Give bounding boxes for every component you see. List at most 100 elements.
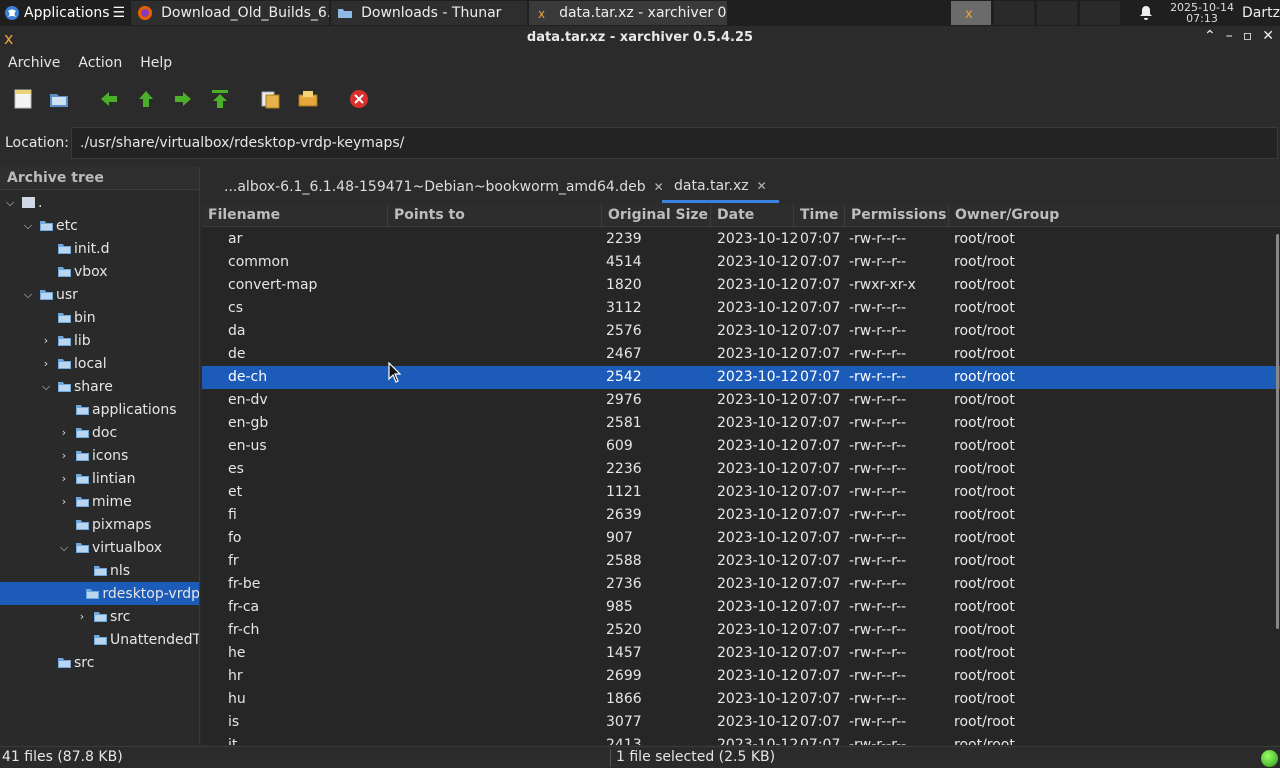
task-xarchiver[interactable]: x data.tar.xz - xarchiver 0... xyxy=(529,1,728,25)
tree-node-pixmaps[interactable]: pixmaps xyxy=(75,513,151,536)
tree-node-applications[interactable]: applications xyxy=(75,398,177,421)
menu-archive[interactable]: Archive xyxy=(8,55,60,71)
tree-node-virtualbox[interactable]: ⌵ virtualbox xyxy=(58,536,162,559)
workspace-2[interactable] xyxy=(994,1,1034,25)
tree-node-lib[interactable]: › lib xyxy=(40,329,91,352)
menu-help[interactable]: Help xyxy=(140,55,172,71)
chevron-right-icon[interactable]: › xyxy=(40,357,52,370)
table-row[interactable]: fr-ca 985 2023-10-12 07:07 -rw-r--r-- root/ro… xyxy=(202,596,1280,619)
col-filename[interactable]: Filename xyxy=(202,204,388,227)
table-row[interactable]: hr 2699 2023-10-12 07:07 -rw-r--r-- root/root xyxy=(202,665,1280,688)
maximize-up-icon[interactable]: ⌃ xyxy=(1204,28,1216,44)
tree-node-unattended[interactable]: UnattendedTe xyxy=(93,628,199,651)
scrollbar-thumb[interactable] xyxy=(1276,234,1279,629)
applications-menu[interactable]: Applications ☰ xyxy=(0,0,129,26)
tree-node-usr[interactable]: ⌵ usr xyxy=(22,283,78,306)
table-row[interactable]: fi 2639 2023-10-12 07:07 -rw-r--r-- root/root xyxy=(202,504,1280,527)
tree-node-etc[interactable]: ⌵ etc xyxy=(22,214,78,237)
table-row[interactable]: he 1457 2023-10-12 07:07 -rw-r--r-- root/root xyxy=(202,642,1280,665)
extract-files-icon[interactable] xyxy=(259,88,281,110)
tree-node-rdesktop-vrdp[interactable]: rdesktop-vrdp xyxy=(0,582,199,605)
tab-deb-archive[interactable]: ...albox-6.1_6.1.48-159471~Debian~bookwo… xyxy=(224,171,664,203)
table-row[interactable]: cs 3112 2023-10-12 07:07 -rw-r--r-- root/root xyxy=(202,297,1280,320)
table-row[interactable]: common 4514 2023-10-12 07:07 -rw-r--r-- root/… xyxy=(202,251,1280,274)
home-top-arrow-icon[interactable] xyxy=(209,88,231,110)
tree-node-icons[interactable]: › icons xyxy=(58,444,129,467)
table-row[interactable]: da 2576 2023-10-12 07:07 -rw-r--r-- root/root xyxy=(202,320,1280,343)
cell-owner: root/root xyxy=(954,645,1015,661)
maximize-button[interactable]: ▫ xyxy=(1243,28,1253,44)
chevron-right-icon[interactable]: › xyxy=(58,449,70,462)
table-row[interactable]: hu 1866 2023-10-12 07:07 -rw-r--r-- root/root xyxy=(202,688,1280,711)
chevron-down-icon[interactable]: ⌵ xyxy=(40,380,52,394)
tree-node-vbox[interactable]: vbox xyxy=(57,260,108,283)
chevron-right-icon[interactable]: › xyxy=(58,472,70,485)
up-arrow-icon[interactable] xyxy=(135,88,157,110)
tab-data-tar-xz[interactable]: data.tar.xz ✕ xyxy=(662,171,779,203)
task-firefox[interactable]: Download_Old_Builds_6... xyxy=(131,1,330,25)
tree-node-src[interactable]: › src xyxy=(76,605,131,628)
workspace-1[interactable]: x xyxy=(951,1,991,25)
table-row[interactable]: es 2236 2023-10-12 07:07 -rw-r--r-- root/root xyxy=(202,458,1280,481)
tree-node-doc[interactable]: › doc xyxy=(58,421,117,444)
menu-action[interactable]: Action xyxy=(78,55,122,71)
user-name[interactable]: Dartz xyxy=(1242,5,1280,21)
close-tab-icon[interactable]: ✕ xyxy=(757,179,767,193)
table-row[interactable]: en-gb 2581 2023-10-12 07:07 -rw-r--r-- root/r… xyxy=(202,412,1280,435)
tree-node-bin[interactable]: bin xyxy=(57,306,96,329)
table-row[interactable]: ar 2239 2023-10-12 07:07 -rw-r--r-- root/root xyxy=(202,228,1280,251)
cell-time: 07:07 xyxy=(800,645,841,661)
table-row[interactable]: convert-map 1820 2023-10-12 07:07 -rwxr-xr-x… xyxy=(202,274,1280,297)
chevron-right-icon[interactable]: › xyxy=(58,426,70,439)
tree-node-lintian[interactable]: › lintian xyxy=(58,467,136,490)
col-owner-group[interactable]: Owner/Group xyxy=(949,204,1280,227)
col-date[interactable]: Date xyxy=(711,204,794,227)
tree-node-root[interactable]: ⌵. xyxy=(4,191,43,214)
table-row[interactable]: fr-ch 2520 2023-10-12 07:07 -rw-r--r-- root/r… xyxy=(202,619,1280,642)
table-row[interactable]: de 2467 2023-10-12 07:07 -rw-r--r-- root/root xyxy=(202,343,1280,366)
chevron-right-icon[interactable]: › xyxy=(58,495,70,508)
table-row[interactable]: fo 907 2023-10-12 07:07 -rw-r--r-- root/root xyxy=(202,527,1280,550)
col-permissions[interactable]: Permissions xyxy=(845,204,949,227)
tree-node-src-root[interactable]: src xyxy=(57,651,94,674)
col-points-to[interactable]: Points to xyxy=(388,204,602,227)
add-files-icon[interactable] xyxy=(297,88,319,110)
table-row[interactable]: en-dv 2976 2023-10-12 07:07 -rw-r--r-- root/r… xyxy=(202,389,1280,412)
chevron-down-icon[interactable]: ⌵ xyxy=(22,219,34,233)
task-thunar[interactable]: Downloads - Thunar xyxy=(331,1,528,25)
location-input[interactable] xyxy=(71,127,1278,159)
chevron-right-icon[interactable]: › xyxy=(40,334,52,347)
col-original-size[interactable]: Original Size xyxy=(602,204,711,227)
tree-node-initd[interactable]: init.d xyxy=(57,237,109,260)
forward-arrow-icon[interactable] xyxy=(172,88,194,110)
table-row[interactable]: is 3077 2023-10-12 07:07 -rw-r--r-- root/root xyxy=(202,711,1280,734)
clock[interactable]: 2025-10-14 07:13 xyxy=(1170,2,1234,24)
tree-node-share[interactable]: ⌵ share xyxy=(40,375,113,398)
workspace-3[interactable] xyxy=(1037,1,1077,25)
chevron-right-icon[interactable]: › xyxy=(76,610,88,623)
tree-node-nls[interactable]: nls xyxy=(93,559,130,582)
vertical-scrollbar[interactable] xyxy=(1275,228,1280,745)
table-row[interactable]: it 2413 2023-10-12 07:07 -rw-r--r-- root/root xyxy=(202,734,1280,745)
notification-bell-icon[interactable] xyxy=(1138,5,1154,21)
tree-node-local[interactable]: › local xyxy=(40,352,107,375)
cell-filename: es xyxy=(228,461,244,477)
table-row[interactable]: fr 2588 2023-10-12 07:07 -rw-r--r-- root/root xyxy=(202,550,1280,573)
close-button[interactable]: ✕ xyxy=(1262,28,1274,44)
chevron-down-icon[interactable]: ⌵ xyxy=(22,288,34,302)
table-row[interactable]: et 1121 2023-10-12 07:07 -rw-r--r-- root/root xyxy=(202,481,1280,504)
col-time[interactable]: Time xyxy=(794,204,845,227)
table-row[interactable]: en-us 609 2023-10-12 07:07 -rw-r--r-- root/ro… xyxy=(202,435,1280,458)
chevron-down-icon[interactable]: ⌵ xyxy=(58,541,70,555)
cell-owner: root/root xyxy=(954,668,1015,684)
stop-icon[interactable] xyxy=(348,88,370,110)
workspace-4[interactable] xyxy=(1080,1,1120,25)
back-arrow-icon[interactable] xyxy=(98,88,120,110)
open-archive-icon[interactable] xyxy=(48,88,70,110)
table-row[interactable]: de-ch 2542 2023-10-12 07:07 -rw-r--r-- root/r… xyxy=(202,366,1280,389)
chevron-down-icon[interactable]: ⌵ xyxy=(4,196,16,210)
table-row[interactable]: fr-be 2736 2023-10-12 07:07 -rw-r--r-- root/r… xyxy=(202,573,1280,596)
new-archive-icon[interactable] xyxy=(12,88,34,110)
minimize-button[interactable]: – xyxy=(1226,28,1233,44)
tree-node-mime[interactable]: › mime xyxy=(58,490,132,513)
